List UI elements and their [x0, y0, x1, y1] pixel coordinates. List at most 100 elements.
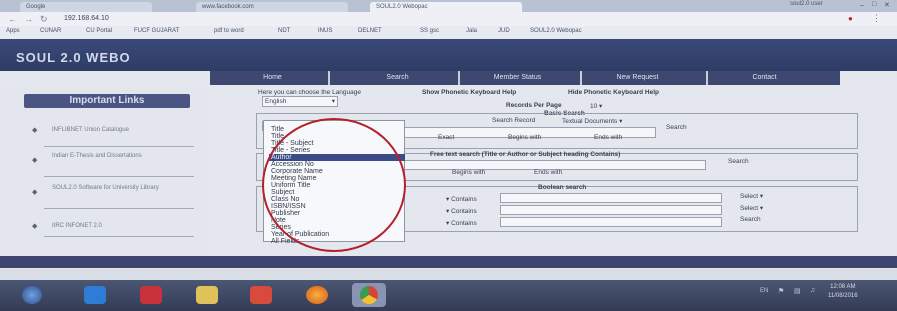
menu-separator	[580, 71, 582, 85]
ends-with-label: Ends with	[594, 134, 623, 141]
free-text-search-button[interactable]: Search	[728, 158, 749, 165]
menu-home[interactable]: Home	[220, 71, 325, 85]
bookmark-apps[interactable]: Apps	[6, 28, 20, 34]
language-value: English	[265, 98, 287, 105]
begins-with-label: Begins with	[452, 169, 486, 176]
link-iirc-infonet[interactable]: IIRC INFONET 2.0	[52, 222, 192, 230]
site-footer-bar	[0, 256, 897, 268]
tab-label: www.facebook.com	[202, 4, 254, 10]
annotation-circle	[262, 118, 406, 252]
boolean-input-1[interactable]	[500, 193, 722, 203]
bookmark-delnet[interactable]: DELNET	[358, 28, 382, 34]
chevron-down-icon: ▾	[331, 98, 335, 105]
close-icon[interactable]: ✕	[884, 1, 890, 9]
media-player-icon[interactable]	[140, 286, 162, 304]
firefox-icon[interactable]	[306, 286, 328, 304]
minimize-icon[interactable]: –	[860, 2, 864, 9]
bookmark-fucf[interactable]: FUCF GUJARAT	[134, 28, 179, 34]
chevron-down-icon: ▾	[446, 220, 450, 227]
boolean-operator-1[interactable]: ▾ Contains	[446, 195, 477, 203]
bullet-icon: ◆	[32, 189, 38, 196]
clock-time: 12:08 AM	[830, 284, 856, 290]
chevron-down-icon: ▾	[759, 193, 764, 200]
back-icon[interactable]: ←	[8, 14, 17, 24]
media-icon[interactable]	[250, 286, 272, 304]
free-begins-radio[interactable]: Begins with	[452, 169, 485, 176]
url-input[interactable]: 192.168.64.10	[64, 15, 109, 22]
tab-facebook[interactable]: www.facebook.com	[196, 2, 348, 12]
menu-icon[interactable]: ⋮	[872, 13, 881, 24]
menu-separator	[458, 71, 460, 85]
show-keyboard-link[interactable]: Show Phonetic Keyboard Help	[422, 89, 516, 96]
reload-icon[interactable]: ↻	[40, 14, 48, 25]
contains-label: Contains	[451, 208, 477, 215]
boolean-operator-2[interactable]: ▾ Contains	[446, 207, 477, 215]
bookmark-pdf-to-word[interactable]: pdf to word	[214, 28, 244, 34]
bookmark-cu-portal[interactable]: CU Portal	[86, 28, 112, 34]
volume-icon[interactable]: ♫	[810, 287, 815, 294]
language-prompt: Here you can choose the Language	[258, 89, 361, 96]
window-user-label: soul2.0 user	[790, 1, 823, 7]
dropdown-option[interactable]: Title	[271, 126, 284, 133]
boolean-operator-3[interactable]: ▾ Contains	[446, 219, 477, 227]
forward-icon[interactable]: →	[24, 14, 33, 24]
menu-member-status[interactable]: Member Status	[465, 71, 570, 85]
free-text-label: Free text search (Title or Author or Sub…	[430, 151, 621, 158]
menu-new-request[interactable]: New Request	[585, 71, 690, 85]
link-inflibnet-catalogue[interactable]: INFLIBNET Union Catalogue	[52, 126, 192, 134]
chrome-taskbar-button[interactable]	[352, 283, 386, 307]
hide-keyboard-link[interactable]: Hide Phonetic Keyboard Help	[568, 89, 659, 96]
boolean-input-2[interactable]	[500, 205, 722, 215]
free-ends-radio[interactable]: Ends with	[534, 169, 562, 176]
language-select[interactable]: English ▾	[262, 96, 338, 107]
tab-google[interactable]: Google	[20, 2, 152, 12]
bookmark-ss-gsc[interactable]: SS gsc	[420, 28, 439, 34]
windows-taskbar	[0, 280, 897, 311]
site-banner	[0, 39, 897, 71]
network-icon[interactable]: ▤	[794, 287, 801, 295]
ends-with-label: Ends with	[534, 169, 563, 176]
link-soul-software[interactable]: SOUL2.0 Software for University Library	[52, 184, 192, 192]
flag-icon[interactable]: ⚑	[778, 287, 784, 295]
exact-radio[interactable]: Exact	[438, 134, 454, 141]
bookmark-jud[interactable]: JUD	[498, 28, 510, 34]
tab-soul-webopac[interactable]: SOUL2.0 Webopac	[370, 2, 522, 12]
taskbar-clock[interactable]: 12:08 AM 11/08/2016	[828, 283, 858, 301]
menu-search[interactable]: Search	[345, 71, 450, 85]
begins-with-radio[interactable]: Begins with	[508, 134, 541, 141]
start-button-icon[interactable]	[22, 286, 42, 304]
chrome-icon	[360, 286, 378, 304]
menu-separator	[328, 71, 330, 85]
contains-label: Contains	[451, 220, 477, 227]
menu-contact[interactable]: Contact	[712, 71, 817, 85]
left-panel	[0, 85, 210, 260]
boolean-search-label: Boolean search	[538, 184, 587, 191]
tab-label: Google	[26, 4, 46, 10]
boolean-join-select-1[interactable]: Select ▾	[740, 192, 763, 200]
divider	[44, 236, 194, 237]
divider	[44, 146, 194, 147]
records-per-page-value: 10	[590, 103, 598, 110]
tab-label: SOUL2.0 Webopac	[376, 4, 428, 10]
folder-icon[interactable]	[196, 286, 218, 304]
boolean-input-3[interactable]	[500, 217, 722, 227]
extension-icon[interactable]: ●	[848, 14, 853, 23]
records-per-page-select[interactable]: 10 ▾	[590, 102, 602, 110]
ie-icon[interactable]	[84, 286, 106, 304]
bookmark-cunar[interactable]: CUNAR	[40, 28, 61, 34]
bookmark-soul[interactable]: SOUL2.0 Webopac	[530, 28, 582, 34]
contains-label: Contains	[451, 196, 477, 203]
begins-with-label: Begins with	[508, 134, 542, 141]
boolean-join-select-2[interactable]: Select ▾	[740, 204, 763, 212]
tray-language[interactable]: EN	[760, 288, 768, 294]
select-label: Select	[740, 205, 759, 212]
basic-search-button[interactable]: Search	[666, 124, 687, 131]
boolean-search-button[interactable]: Search	[740, 216, 761, 223]
site-logo: SOUL 2.0 WEBO	[16, 50, 131, 65]
ends-with-radio[interactable]: Ends with	[594, 134, 622, 141]
bookmark-jala[interactable]: Jala	[466, 28, 477, 34]
maximize-icon[interactable]: □	[872, 1, 876, 8]
link-indian-ethesis[interactable]: Indian E-Thesis and Dissertations	[52, 152, 192, 160]
bookmark-inus[interactable]: INUS	[318, 28, 332, 34]
bookmark-ndt[interactable]: NDT	[278, 28, 290, 34]
